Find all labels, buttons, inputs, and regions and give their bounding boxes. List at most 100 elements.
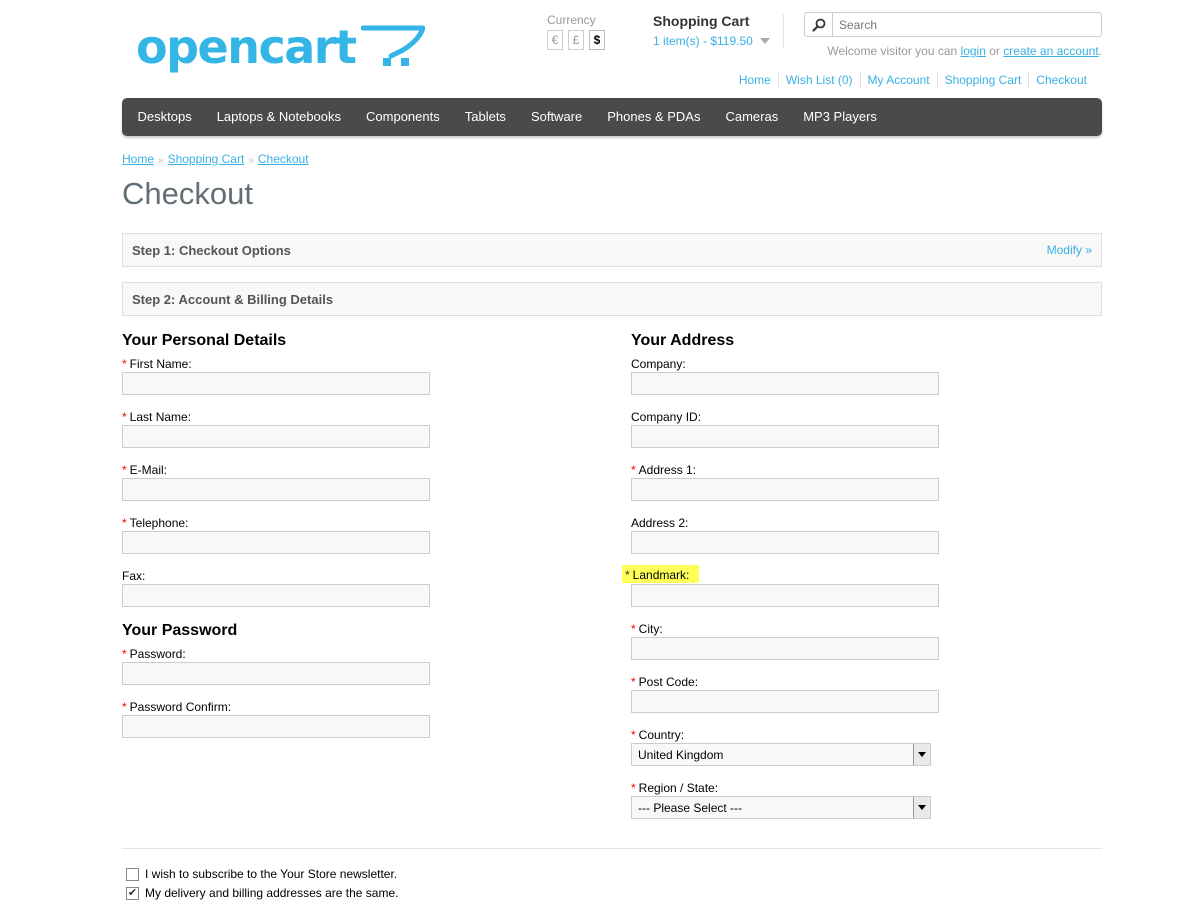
- menu-item-phones[interactable]: Phones & PDAs: [595, 98, 713, 136]
- newsletter-label: I wish to subscribe to the Your Store ne…: [145, 867, 398, 881]
- logo-text: opencart: [136, 20, 357, 74]
- currency-label: Currency: [547, 13, 596, 27]
- welcome-prefix: Welcome visitor you can: [827, 44, 958, 58]
- step-1-checkout-options[interactable]: Step 1: Checkout Options Modify »: [122, 233, 1102, 267]
- breadcrumb-separator: »: [248, 155, 254, 166]
- required-mark: *: [631, 728, 636, 742]
- page-title: Checkout: [122, 176, 253, 211]
- city-input[interactable]: [631, 637, 939, 660]
- address-1-label: Address 1:: [638, 463, 697, 477]
- top-link-shopping-cart[interactable]: Shopping Cart: [936, 73, 1029, 87]
- required-mark: *: [631, 781, 636, 795]
- header-divider: [783, 14, 784, 48]
- company-label: Company:: [631, 357, 686, 371]
- shopping-cart-widget[interactable]: Shopping Cart 1 item(s) - $119.50: [653, 13, 770, 48]
- required-mark: *: [122, 516, 127, 530]
- address-title: Your Address: [631, 332, 735, 349]
- cart-total[interactable]: 1 item(s) - $119.50: [653, 34, 770, 48]
- menu-item-laptops[interactable]: Laptops & Notebooks: [204, 98, 353, 136]
- country-selected-value: United Kingdom: [638, 747, 724, 762]
- store-logo[interactable]: opencart: [136, 20, 426, 74]
- create-account-link[interactable]: create an account: [1003, 44, 1098, 58]
- address-1-input[interactable]: [631, 478, 939, 501]
- breadcrumb: Home» Shopping Cart» Checkout: [122, 152, 309, 166]
- city-field: * City:: [631, 622, 940, 660]
- breadcrumb-shopping-cart[interactable]: Shopping Cart: [168, 152, 245, 166]
- top-link-checkout[interactable]: Checkout: [1028, 73, 1094, 87]
- password-input[interactable]: [122, 662, 430, 685]
- first-name-field: * First Name:: [122, 357, 431, 395]
- step-1-modify-link[interactable]: Modify »: [1047, 243, 1092, 257]
- post-code-field: * Post Code:: [631, 675, 940, 713]
- cart-logo-icon: [361, 25, 426, 66]
- required-mark: *: [631, 463, 636, 477]
- landmark-label: Landmark:: [632, 568, 690, 582]
- currency-pound-button[interactable]: £: [568, 30, 584, 50]
- required-mark: *: [122, 463, 127, 477]
- region-selected-value: --- Please Select ---: [638, 800, 743, 815]
- breadcrumb-checkout[interactable]: Checkout: [258, 152, 309, 166]
- top-link-wishlist[interactable]: Wish List (0): [777, 73, 860, 87]
- city-label: City:: [638, 622, 663, 636]
- search-box: [804, 12, 1102, 37]
- currency-euro-button[interactable]: €: [547, 30, 563, 50]
- country-select[interactable]: United Kingdom: [631, 743, 931, 766]
- company-id-label: Company ID:: [631, 410, 702, 424]
- menu-item-tablets[interactable]: Tablets: [452, 98, 518, 136]
- breadcrumb-home[interactable]: Home: [122, 152, 154, 166]
- telephone-field: * Telephone:: [122, 516, 431, 554]
- menu-item-components[interactable]: Components: [354, 98, 453, 136]
- menu-item-mp3-players[interactable]: MP3 Players: [791, 98, 890, 136]
- region-label: Region / State:: [638, 781, 719, 795]
- menu-item-software[interactable]: Software: [518, 98, 594, 136]
- search-input[interactable]: [833, 14, 1101, 35]
- breadcrumb-separator: »: [158, 155, 164, 166]
- step-2-title: Step 2: Account & Billing Details: [132, 291, 334, 307]
- last-name-label: Last Name:: [129, 410, 192, 424]
- same-address-label: My delivery and billing addresses are th…: [145, 886, 399, 900]
- chevron-down-icon[interactable]: [913, 797, 930, 818]
- address-2-input[interactable]: [631, 531, 939, 554]
- checkmark-icon: ✔: [127, 886, 138, 899]
- password-label: Password:: [129, 647, 186, 661]
- post-code-input[interactable]: [631, 690, 939, 713]
- company-id-input[interactable]: [631, 425, 939, 448]
- landmark-input[interactable]: [631, 584, 939, 607]
- chevron-down-icon[interactable]: [913, 744, 930, 765]
- login-link[interactable]: login: [961, 44, 986, 58]
- chevron-down-icon[interactable]: [759, 38, 770, 44]
- required-mark: *: [625, 568, 630, 582]
- fax-field: Fax:: [122, 569, 431, 607]
- last-name-input[interactable]: [122, 425, 430, 448]
- password-confirm-input[interactable]: [122, 715, 430, 738]
- required-mark: *: [122, 647, 127, 661]
- first-name-label: First Name:: [129, 357, 192, 371]
- company-field: Company:: [631, 357, 940, 395]
- fax-input[interactable]: [122, 584, 430, 607]
- address-2-label: Address 2:: [631, 516, 689, 530]
- currency-switcher: Currency € £ $: [547, 13, 605, 50]
- first-name-input[interactable]: [122, 372, 430, 395]
- menu-item-desktops[interactable]: Desktops: [125, 98, 204, 136]
- welcome-message: Welcome visitor you can login or create …: [827, 44, 1102, 58]
- top-link-home[interactable]: Home: [732, 73, 778, 87]
- telephone-input[interactable]: [122, 531, 430, 554]
- country-label: Country:: [638, 728, 685, 742]
- required-mark: *: [122, 357, 127, 371]
- email-input[interactable]: [122, 478, 430, 501]
- password-confirm-label: Password Confirm:: [129, 700, 232, 714]
- menu-item-cameras[interactable]: Cameras: [713, 98, 791, 136]
- form-divider: [122, 848, 1102, 849]
- search-button[interactable]: [805, 13, 833, 36]
- password-field: * Password:: [122, 647, 431, 685]
- same-address-checkbox[interactable]: ✔: [126, 886, 139, 900]
- newsletter-checkbox[interactable]: [126, 867, 139, 881]
- currency-dollar-button[interactable]: $: [589, 30, 605, 50]
- cart-title: Shopping Cart: [653, 13, 750, 29]
- email-label: E-Mail:: [129, 463, 168, 477]
- region-select[interactable]: --- Please Select ---: [631, 796, 931, 819]
- top-link-my-account[interactable]: My Account: [859, 73, 937, 87]
- company-id-field: Company ID:: [631, 410, 940, 448]
- company-input[interactable]: [631, 372, 939, 395]
- required-mark: *: [122, 700, 127, 714]
